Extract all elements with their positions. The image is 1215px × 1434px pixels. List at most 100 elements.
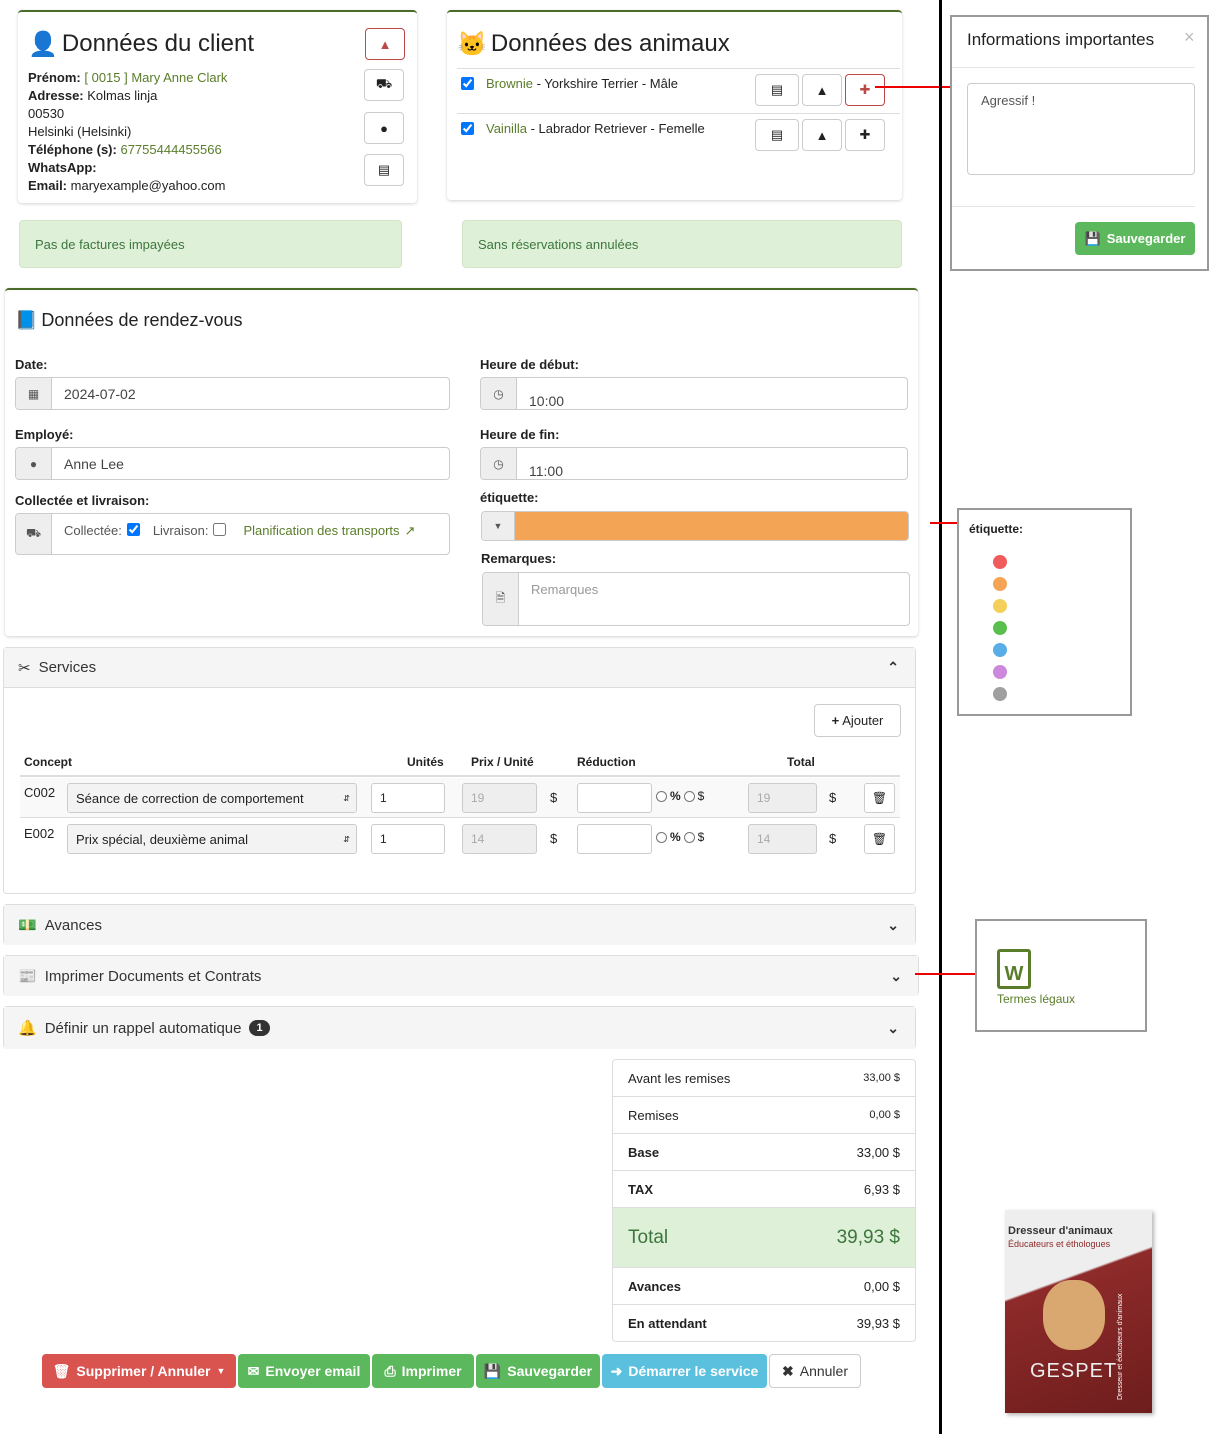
- chevron-down-icon[interactable]: ⌄: [890, 968, 902, 985]
- truck-button[interactable]: ⛟: [364, 69, 404, 101]
- id-card-icon: ▤: [770, 82, 784, 97]
- animal-checkbox[interactable]: [461, 122, 474, 135]
- cat-icon: 🐱: [457, 31, 487, 58]
- animal-checkbox[interactable]: [461, 77, 474, 90]
- word-document-icon: W: [997, 949, 1031, 989]
- clock-icon: ◷: [493, 386, 504, 401]
- remarks-textarea[interactable]: 🗎 Remarques: [482, 572, 910, 626]
- medical-button[interactable]: ✚: [845, 119, 885, 151]
- clock-icon: ◷: [493, 456, 504, 471]
- scissors-icon: ✂: [18, 659, 31, 677]
- collected-checkbox[interactable]: [126, 523, 140, 536]
- percent-radio[interactable]: [656, 789, 667, 803]
- send-email-button[interactable]: ✉ Envoyer email: [238, 1354, 370, 1388]
- user-icon: ●: [29, 456, 38, 471]
- warning-button[interactable]: ▲: [365, 28, 405, 60]
- discount-input[interactable]: [577, 783, 652, 813]
- client-link[interactable]: [ 0015 ] Mary Anne Clark: [84, 70, 227, 85]
- tag-color-option[interactable]: [993, 621, 1007, 635]
- units-input[interactable]: 1: [371, 824, 445, 854]
- end-time-input[interactable]: ◷ 11:00: [480, 447, 908, 480]
- trash-icon: 🗑: [52, 1362, 71, 1379]
- tag-color-option[interactable]: [993, 577, 1007, 591]
- animals-card: 🐱 Données des animaux Brownie - Yorkshire…: [447, 10, 902, 200]
- concept-select[interactable]: Prix spécial, deuxième animal ⇵: [67, 824, 357, 854]
- currency-radio[interactable]: [683, 789, 695, 803]
- animal-card-button[interactable]: ▤: [755, 74, 799, 106]
- concept-select[interactable]: Séance de correction de comportement ⇵: [67, 783, 357, 813]
- id-card-button[interactable]: ▤: [364, 154, 404, 186]
- trash-icon: 🗑: [871, 791, 888, 805]
- tag-color-option[interactable]: [993, 687, 1007, 701]
- appointment-title: 📘 Données de rendez-vous: [15, 310, 243, 330]
- book-icon: 📘: [15, 310, 38, 330]
- start-time-input[interactable]: ◷ 10:00: [480, 377, 908, 410]
- map-marker-icon: ●: [380, 120, 388, 136]
- phone-link[interactable]: 67755444455566: [120, 142, 221, 157]
- id-card-icon: ▤: [770, 127, 784, 142]
- employee-input[interactable]: ● Anne Lee: [15, 447, 450, 480]
- modal-save-button[interactable]: 💾 Sauvegarder: [1075, 222, 1195, 255]
- percent-radio[interactable]: [656, 830, 667, 844]
- save-button[interactable]: 💾 Sauvegarder: [476, 1354, 600, 1388]
- animal-card-button[interactable]: ▤: [755, 119, 799, 151]
- delivery-checkbox[interactable]: [213, 523, 227, 536]
- delete-row-button[interactable]: 🗑: [864, 824, 895, 854]
- print-button[interactable]: ⎙ Imprimer: [372, 1354, 474, 1388]
- delete-row-button[interactable]: 🗑: [864, 783, 895, 813]
- advances-panel[interactable]: 💵 Avances ⌄: [3, 904, 916, 945]
- id-card-icon: ▤: [377, 162, 391, 177]
- product-box-image: Dresseur d'animaux Éducateurs et étholog…: [1005, 1210, 1152, 1413]
- invoices-alert: Pas de factures impayées: [19, 220, 402, 268]
- delete-cancel-button[interactable]: 🗑 Supprimer / Annuler ▼: [42, 1354, 236, 1388]
- units-input[interactable]: 1: [371, 783, 445, 813]
- price-input: 14: [462, 824, 537, 854]
- add-service-button[interactable]: + Ajouter: [814, 704, 901, 737]
- save-icon: 💾: [1084, 230, 1101, 246]
- money-icon: 💵: [18, 917, 37, 934]
- truck-icon: ⛟: [25, 526, 42, 540]
- info-textarea[interactable]: Agressif !: [967, 83, 1195, 175]
- animals-title: 🐱 Données des animaux: [457, 30, 730, 58]
- pickup-group: ⛟ Collectée: Livraison: Planification de…: [15, 513, 450, 555]
- medkit-icon: ✚: [859, 82, 871, 97]
- reservations-alert: Sans réservations annulées: [462, 220, 902, 268]
- discount-input[interactable]: [577, 824, 652, 854]
- legal-panel[interactable]: W Termes légaux: [975, 919, 1147, 1032]
- warning-icon: ▲: [378, 36, 392, 52]
- caret-down-icon: ▼: [493, 521, 503, 531]
- medical-button[interactable]: ✚: [845, 74, 885, 106]
- calendar-icon: ▦: [27, 386, 40, 401]
- reminder-panel[interactable]: 🔔 Définir un rappel automatique 1 ⌄: [3, 1006, 916, 1049]
- chevron-down-icon[interactable]: ⌄: [887, 917, 899, 934]
- tag-color-option[interactable]: [993, 599, 1007, 613]
- price-input: 19: [462, 783, 537, 813]
- sign-in-icon: ➜: [610, 1362, 623, 1379]
- cancel-button[interactable]: ✖ Annuler: [769, 1354, 861, 1388]
- animal-warning-button[interactable]: ▲: [802, 74, 842, 106]
- map-button[interactable]: ●: [364, 112, 404, 144]
- plus-icon: +: [831, 713, 840, 728]
- chevron-down-icon[interactable]: ⌄: [887, 1020, 899, 1037]
- start-service-button[interactable]: ➜ Démarrer le service: [602, 1354, 767, 1388]
- tag-color-option[interactable]: [993, 643, 1007, 657]
- animal-warning-button[interactable]: ▲: [802, 119, 842, 151]
- chevron-up-icon[interactable]: ⌃: [887, 659, 899, 676]
- tag-color-option[interactable]: [993, 665, 1007, 679]
- totals-table: Avant les remises 33,00 $ Remises 0,00 $ B…: [612, 1059, 916, 1342]
- newspaper-icon: 📰: [18, 968, 37, 985]
- currency-radio[interactable]: [683, 830, 695, 844]
- print-panel[interactable]: 📰 Imprimer Documents et Contrats ⌄: [3, 955, 919, 996]
- tag-color-option[interactable]: [993, 555, 1007, 569]
- caret-down-icon: ▼: [216, 1366, 226, 1376]
- animal-link[interactable]: Brownie: [486, 76, 533, 91]
- date-input[interactable]: ▦ 2024-07-02: [15, 377, 450, 410]
- services-header[interactable]: ✂ Services ⌃: [4, 648, 915, 688]
- reminder-badge: 1: [249, 1020, 270, 1036]
- tag-select[interactable]: ▼: [481, 511, 909, 541]
- external-link-icon: ↗: [404, 523, 416, 538]
- animal-link[interactable]: Vainilla: [486, 121, 527, 136]
- transport-link[interactable]: Planification des transports: [243, 523, 399, 538]
- trash-icon: 🗑: [871, 832, 888, 846]
- close-icon[interactable]: ×: [1184, 27, 1195, 48]
